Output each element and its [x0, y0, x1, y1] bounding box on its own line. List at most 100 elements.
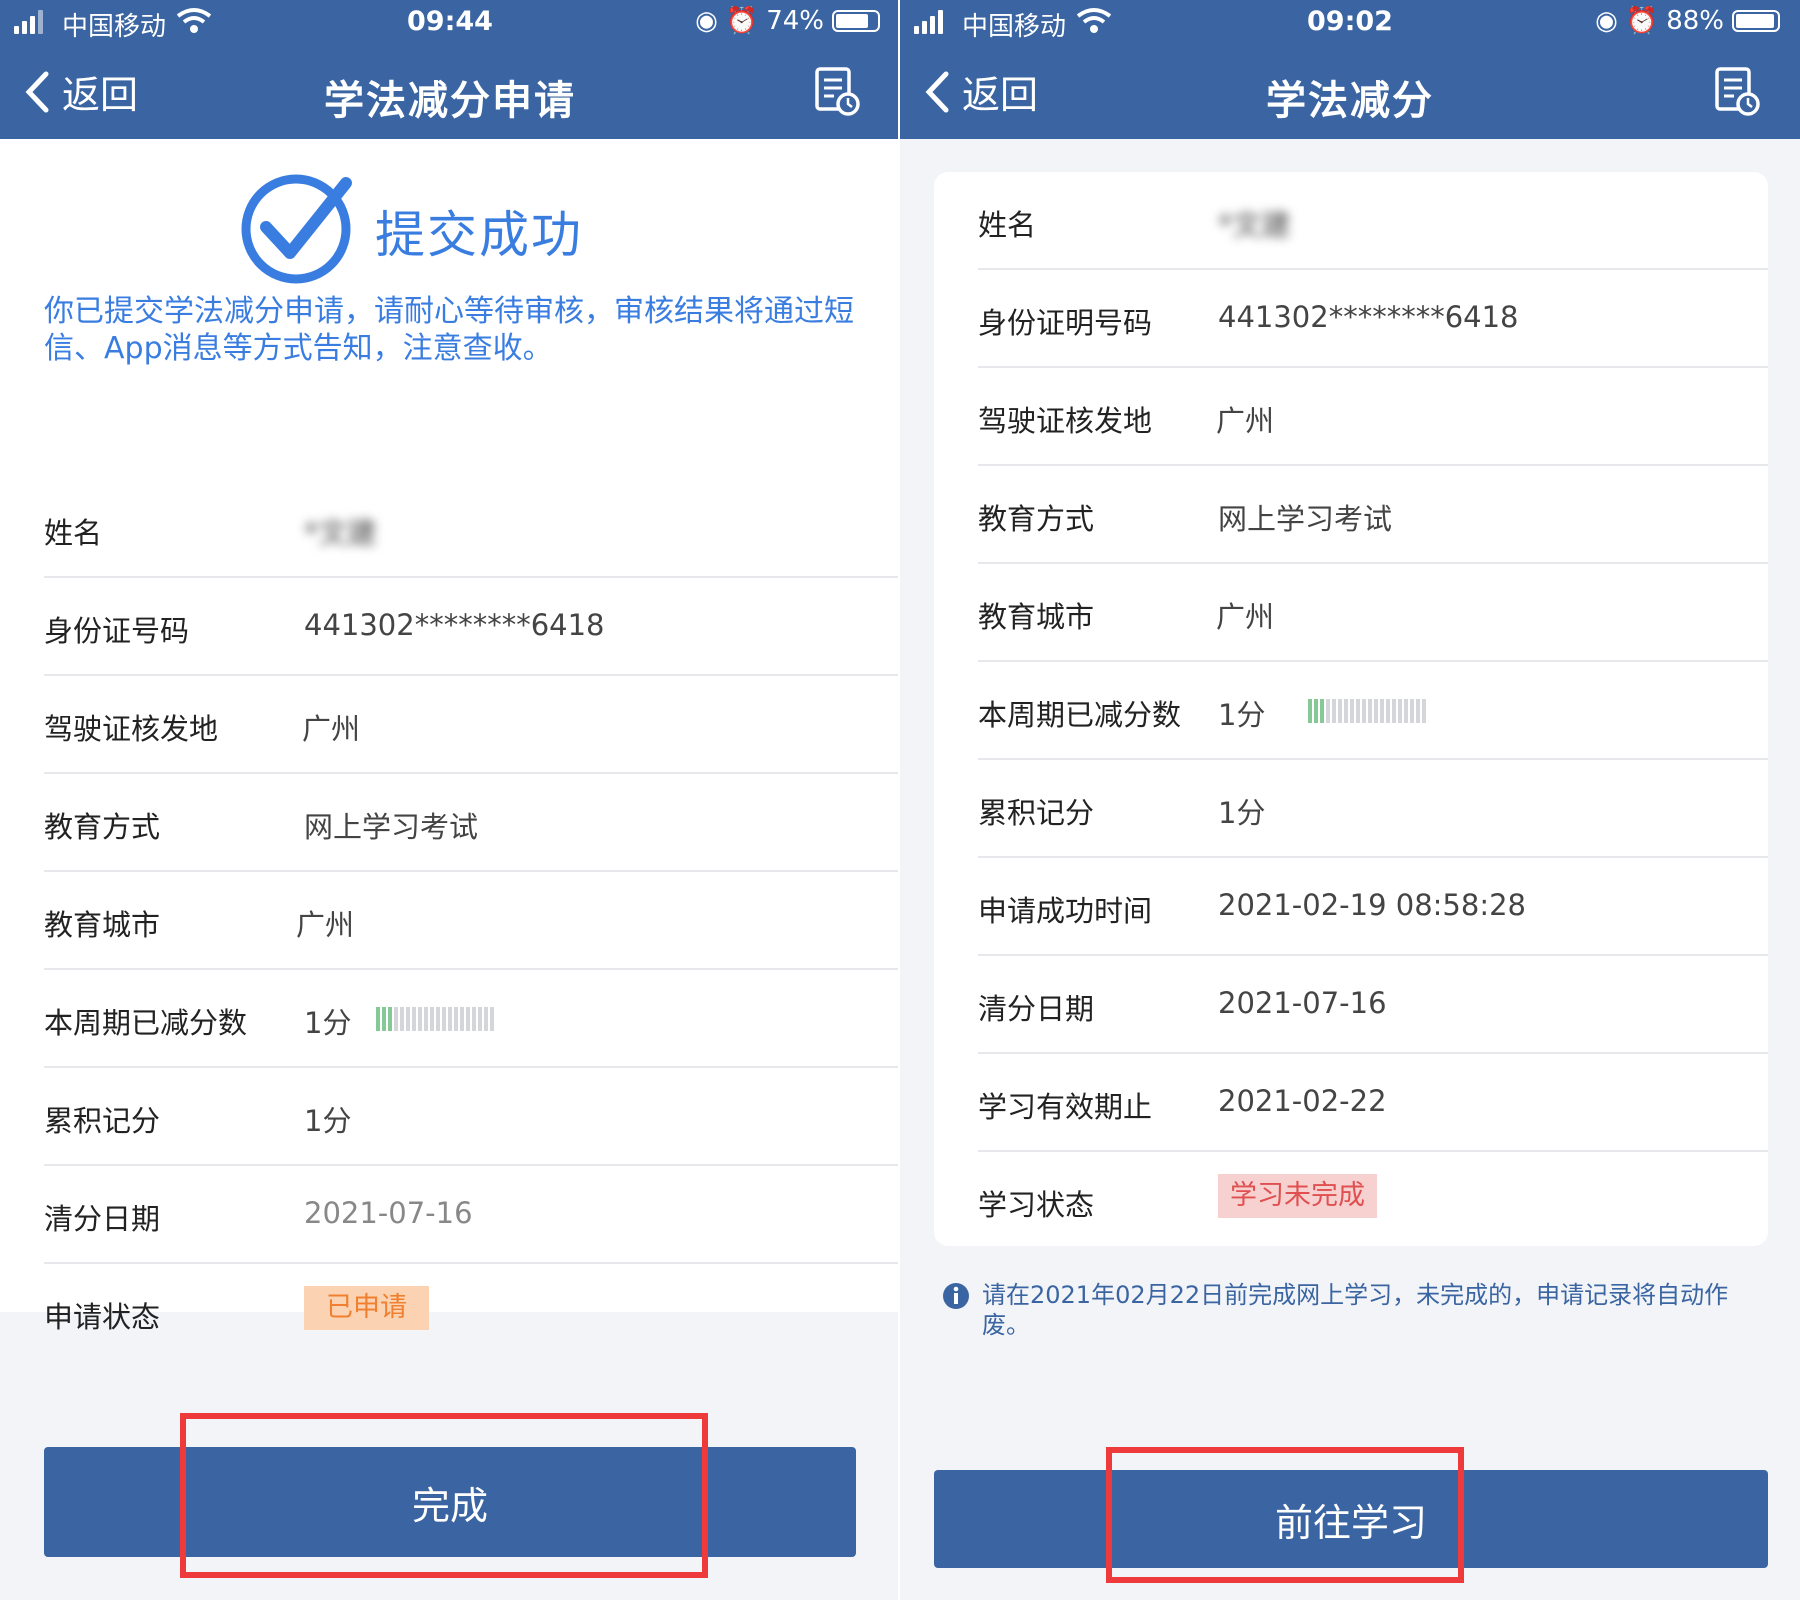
success-title: 提交成功	[375, 206, 583, 264]
status-right: ◉ ⏰ 74%	[695, 6, 880, 36]
field-value-clear-date: 2021-07-16	[304, 1196, 473, 1230]
status-badge: 已申请	[304, 1286, 429, 1330]
field-row-study-deadline: 学习有效期止 2021-02-22	[978, 1054, 1768, 1152]
history-doc-icon[interactable]	[1714, 66, 1760, 116]
progress-segment	[1368, 699, 1372, 723]
highlight-box	[1106, 1447, 1464, 1583]
field-value-id-number: 441302********6418	[1218, 300, 1519, 334]
field-label: 教育城市	[44, 908, 161, 942]
field-label: 驾驶证核发地	[978, 404, 1153, 438]
history-doc-icon[interactable]	[814, 66, 860, 116]
field-row-success-time: 申请成功时间 2021-02-19 08:58:28	[978, 858, 1768, 956]
progress-segment	[472, 1007, 476, 1031]
field-row-license-origin: 驾驶证核发地 广州	[44, 676, 900, 774]
field-row-points-reduced: 本周期已减分数 1分	[44, 970, 900, 1068]
field-label: 教育方式	[978, 502, 1095, 536]
progress-segment	[1416, 699, 1420, 723]
progress-segment	[490, 1007, 494, 1031]
field-row-accumulated-points: 累积记分 1分	[44, 1068, 900, 1166]
progress-segment	[478, 1007, 482, 1031]
field-label: 姓名	[44, 516, 103, 550]
field-label: 清分日期	[978, 992, 1095, 1026]
field-row-points-reduced: 本周期已减分数 1分	[978, 662, 1768, 760]
battery-icon	[832, 10, 880, 32]
progress-segment	[400, 1007, 404, 1031]
field-value-points-reduced: 1分	[1218, 698, 1266, 732]
field-value-education-city: 广州	[1216, 600, 1275, 634]
info-icon	[943, 1283, 969, 1309]
progress-segment	[1374, 699, 1378, 723]
points-progress-bar	[1308, 699, 1426, 723]
field-row-clear-date: 清分日期 2021-07-16	[44, 1166, 900, 1264]
progress-segment	[1410, 699, 1414, 723]
progress-segment	[1422, 699, 1426, 723]
check-circle-icon	[241, 174, 352, 284]
field-value-license-origin: 广州	[1216, 404, 1275, 438]
nav-bar: 返回 学法减分	[900, 46, 1800, 139]
progress-segment	[1344, 699, 1348, 723]
progress-segment	[454, 1007, 458, 1031]
progress-segment	[1332, 699, 1336, 723]
field-value-license-origin: 广州	[302, 712, 361, 746]
progress-segment	[388, 1007, 392, 1031]
field-label: 本周期已减分数	[978, 698, 1182, 732]
progress-segment	[460, 1007, 464, 1031]
field-label: 姓名	[978, 208, 1037, 242]
field-value-id-number: 441302********6418	[304, 608, 605, 642]
field-row-license-origin: 驾驶证核发地 广州	[978, 368, 1768, 466]
progress-segment	[424, 1007, 428, 1031]
notice-text: 请在2021年02月22日前完成网上学习，未完成的，申请记录将自动作废。	[982, 1281, 1729, 1339]
status-bar: 中国移动 09:02 ◉ ⏰ 88%	[900, 0, 1800, 46]
progress-segment	[1398, 699, 1402, 723]
content-panel: 提交成功 你已提交学法减分申请，请耐心等待审核，审核结果将通过短信、App消息等…	[0, 139, 900, 1334]
page-title: 学法减分	[1266, 78, 1434, 124]
comparison-image: 中国移动 09:44 ◉ ⏰ 74% 返回 学法减分申请 提交成功 你已提交学法…	[0, 0, 1800, 1600]
field-label: 学习有效期止	[978, 1090, 1153, 1124]
left-screen-application-submitted: 中国移动 09:44 ◉ ⏰ 74% 返回 学法减分申请 提交成功 你已提交学法…	[0, 0, 900, 1600]
rotation-lock-icon: ◉	[695, 6, 718, 36]
deadline-notice: 请在2021年02月22日前完成网上学习，未完成的，申请记录将自动作废。	[942, 1280, 1742, 1340]
field-row-education-method: 教育方式 网上学习考试	[44, 774, 900, 872]
status-badge: 学习未完成	[1218, 1174, 1377, 1218]
field-label: 本周期已减分数	[44, 1006, 248, 1040]
status-right: ◉ ⏰ 88%	[1595, 6, 1780, 36]
progress-segment	[376, 1007, 380, 1031]
field-row-id-number: 身份证号码 441302********6418	[44, 578, 900, 676]
progress-segment	[1308, 699, 1312, 723]
progress-segment	[1380, 699, 1384, 723]
header-bar: 中国移动 09:44 ◉ ⏰ 74% 返回 学法减分申请	[0, 0, 900, 139]
field-value-education-method: 网上学习考试	[1218, 502, 1393, 536]
field-row-study-status: 学习状态 学习未完成	[978, 1152, 1768, 1250]
field-row-clear-date: 清分日期 2021-07-16	[978, 956, 1768, 1054]
field-value-study-deadline: 2021-02-22	[1218, 1084, 1387, 1118]
nav-bar: 返回 学法减分申请	[0, 46, 900, 139]
field-label: 申请状态	[44, 1300, 161, 1334]
progress-segment	[1404, 699, 1408, 723]
field-value-education-method: 网上学习考试	[304, 810, 479, 844]
field-value-name: *文建	[304, 516, 377, 550]
field-value-accumulated-points: 1分	[1218, 796, 1266, 830]
progress-segment	[448, 1007, 452, 1031]
field-value-points-reduced: 1分	[304, 1006, 352, 1040]
field-label: 身份证号码	[44, 614, 190, 648]
field-label: 申请成功时间	[978, 894, 1153, 928]
field-row-education-city: 教育城市 广州	[978, 564, 1768, 662]
progress-segment	[484, 1007, 488, 1031]
progress-segment	[382, 1007, 386, 1031]
submission-notice: 你已提交学法减分申请，请耐心等待审核，审核结果将通过短信、App消息等方式告知，…	[44, 294, 854, 366]
field-label: 教育方式	[44, 810, 161, 844]
alarm-icon: ⏰	[1625, 6, 1659, 36]
progress-segment	[442, 1007, 446, 1031]
alarm-icon: ⏰	[725, 6, 759, 36]
progress-segment	[430, 1007, 434, 1031]
field-value-success-time: 2021-02-19 08:58:28	[1218, 888, 1526, 922]
field-label: 清分日期	[44, 1202, 161, 1236]
progress-segment	[1326, 699, 1330, 723]
progress-segment	[394, 1007, 398, 1031]
progress-segment	[436, 1007, 440, 1031]
rotation-lock-icon: ◉	[1595, 6, 1618, 36]
field-label: 累积记分	[44, 1104, 161, 1138]
progress-segment	[466, 1007, 470, 1031]
battery-percent: 74%	[766, 6, 824, 36]
progress-segment	[1386, 699, 1390, 723]
